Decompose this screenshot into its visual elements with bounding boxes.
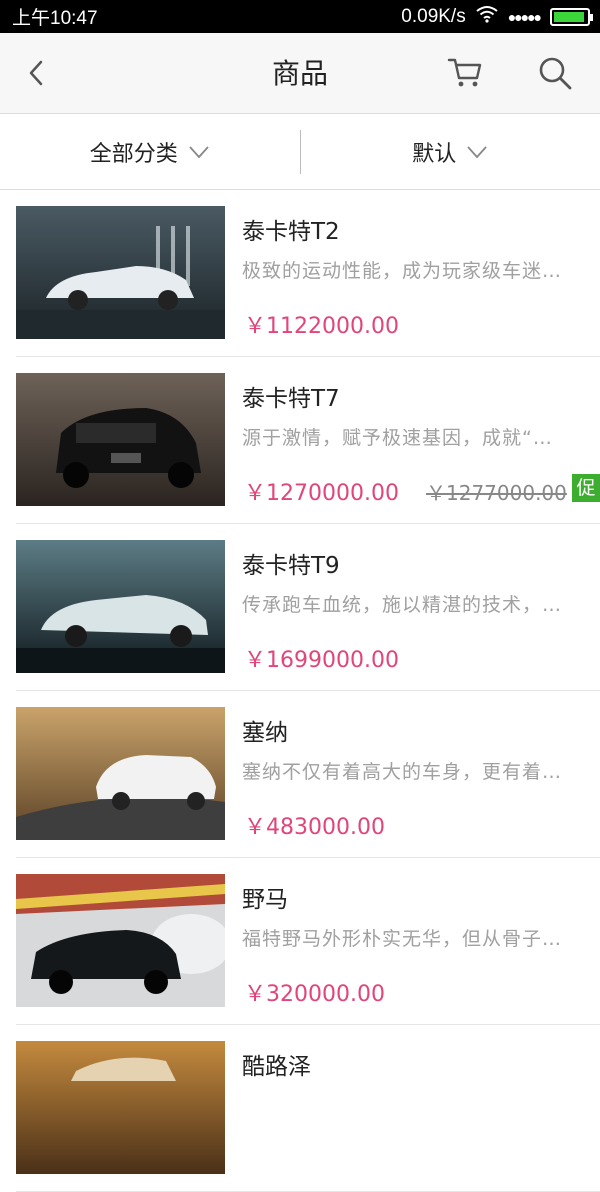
- cart-icon: [447, 56, 483, 90]
- sort-filter[interactable]: 默认: [301, 114, 600, 189]
- product-price: ￥1122000.00: [244, 308, 399, 340]
- product-name: 泰卡特T7: [242, 379, 340, 413]
- status-indicators: 0.09K/s ●●●●●: [401, 5, 590, 29]
- product-price: ￥1270000.00: [244, 475, 399, 507]
- status-bar: 上午10:47 0.09K/s ●●●●●: [0, 0, 600, 33]
- status-time: 上午10:47: [12, 3, 98, 30]
- sort-filter-label: 默认: [412, 136, 456, 168]
- product-name: 泰卡特T2: [242, 212, 340, 246]
- product-image: [16, 540, 225, 673]
- product-image: [16, 206, 225, 339]
- product-name: 野马: [242, 880, 288, 914]
- battery-icon: [550, 8, 590, 26]
- filter-bar: 全部分类 默认: [0, 114, 600, 190]
- product-desc: 福特野马外形朴实无华，但从骨子…: [242, 924, 587, 951]
- product-desc: 源于激情，赋予极速基因，成就“…: [242, 423, 587, 450]
- chevron-left-icon: [26, 58, 46, 88]
- product-price: ￥1699000.00: [244, 642, 399, 674]
- product-price: ￥483000.00: [244, 809, 385, 841]
- cart-button[interactable]: [445, 53, 485, 93]
- product-image: [16, 1041, 225, 1174]
- product-original-price: ￥1277000.00: [426, 477, 567, 506]
- product-item[interactable]: 泰卡特T7 源于激情，赋予极速基因，成就“… ￥1270000.00 ￥1277…: [16, 357, 600, 524]
- product-image: [16, 874, 225, 1007]
- page-title: 商品: [0, 33, 600, 114]
- net-speed: 0.09K/s: [401, 6, 465, 28]
- product-desc: 塞纳不仅有着高大的车身，更有着…: [242, 757, 587, 784]
- wifi-icon: [476, 5, 498, 29]
- nav-bar: 商品: [0, 33, 600, 114]
- category-filter[interactable]: 全部分类: [0, 114, 300, 189]
- product-price: ￥320000.00: [244, 976, 385, 1008]
- product-desc: 极致的运动性能，成为玩家级车迷…: [242, 256, 587, 283]
- category-filter-label: 全部分类: [90, 136, 178, 168]
- promo-badge: 促: [572, 474, 600, 502]
- product-item[interactable]: 野马 福特野马外形朴实无华，但从骨子… ￥320000.00: [16, 858, 600, 1025]
- product-image: [16, 373, 225, 506]
- product-item[interactable]: 泰卡特T2 极致的运动性能，成为玩家级车迷… ￥1122000.00: [16, 190, 600, 357]
- product-name: 泰卡特T9: [242, 546, 340, 580]
- product-list: 泰卡特T2 极致的运动性能，成为玩家级车迷… ￥1122000.00 泰卡特T7…: [0, 190, 600, 1192]
- product-desc: 传承跑车血统，施以精湛的技术，…: [242, 590, 587, 617]
- battery-level: [554, 12, 584, 22]
- chevron-down-icon: [466, 145, 488, 159]
- product-name: 酷路泽: [242, 1047, 311, 1081]
- search-button[interactable]: [535, 53, 575, 93]
- signal-icon: ●●●●●: [508, 9, 540, 25]
- chevron-down-icon: [188, 145, 210, 159]
- search-icon: [537, 55, 573, 91]
- back-button[interactable]: [16, 53, 56, 93]
- product-image: [16, 707, 225, 840]
- product-item[interactable]: 酷路泽: [16, 1025, 600, 1192]
- product-item[interactable]: 塞纳 塞纳不仅有着高大的车身，更有着… ￥483000.00: [16, 691, 600, 858]
- product-name: 塞纳: [242, 713, 288, 747]
- product-item[interactable]: 泰卡特T9 传承跑车血统，施以精湛的技术，… ￥1699000.00: [16, 524, 600, 691]
